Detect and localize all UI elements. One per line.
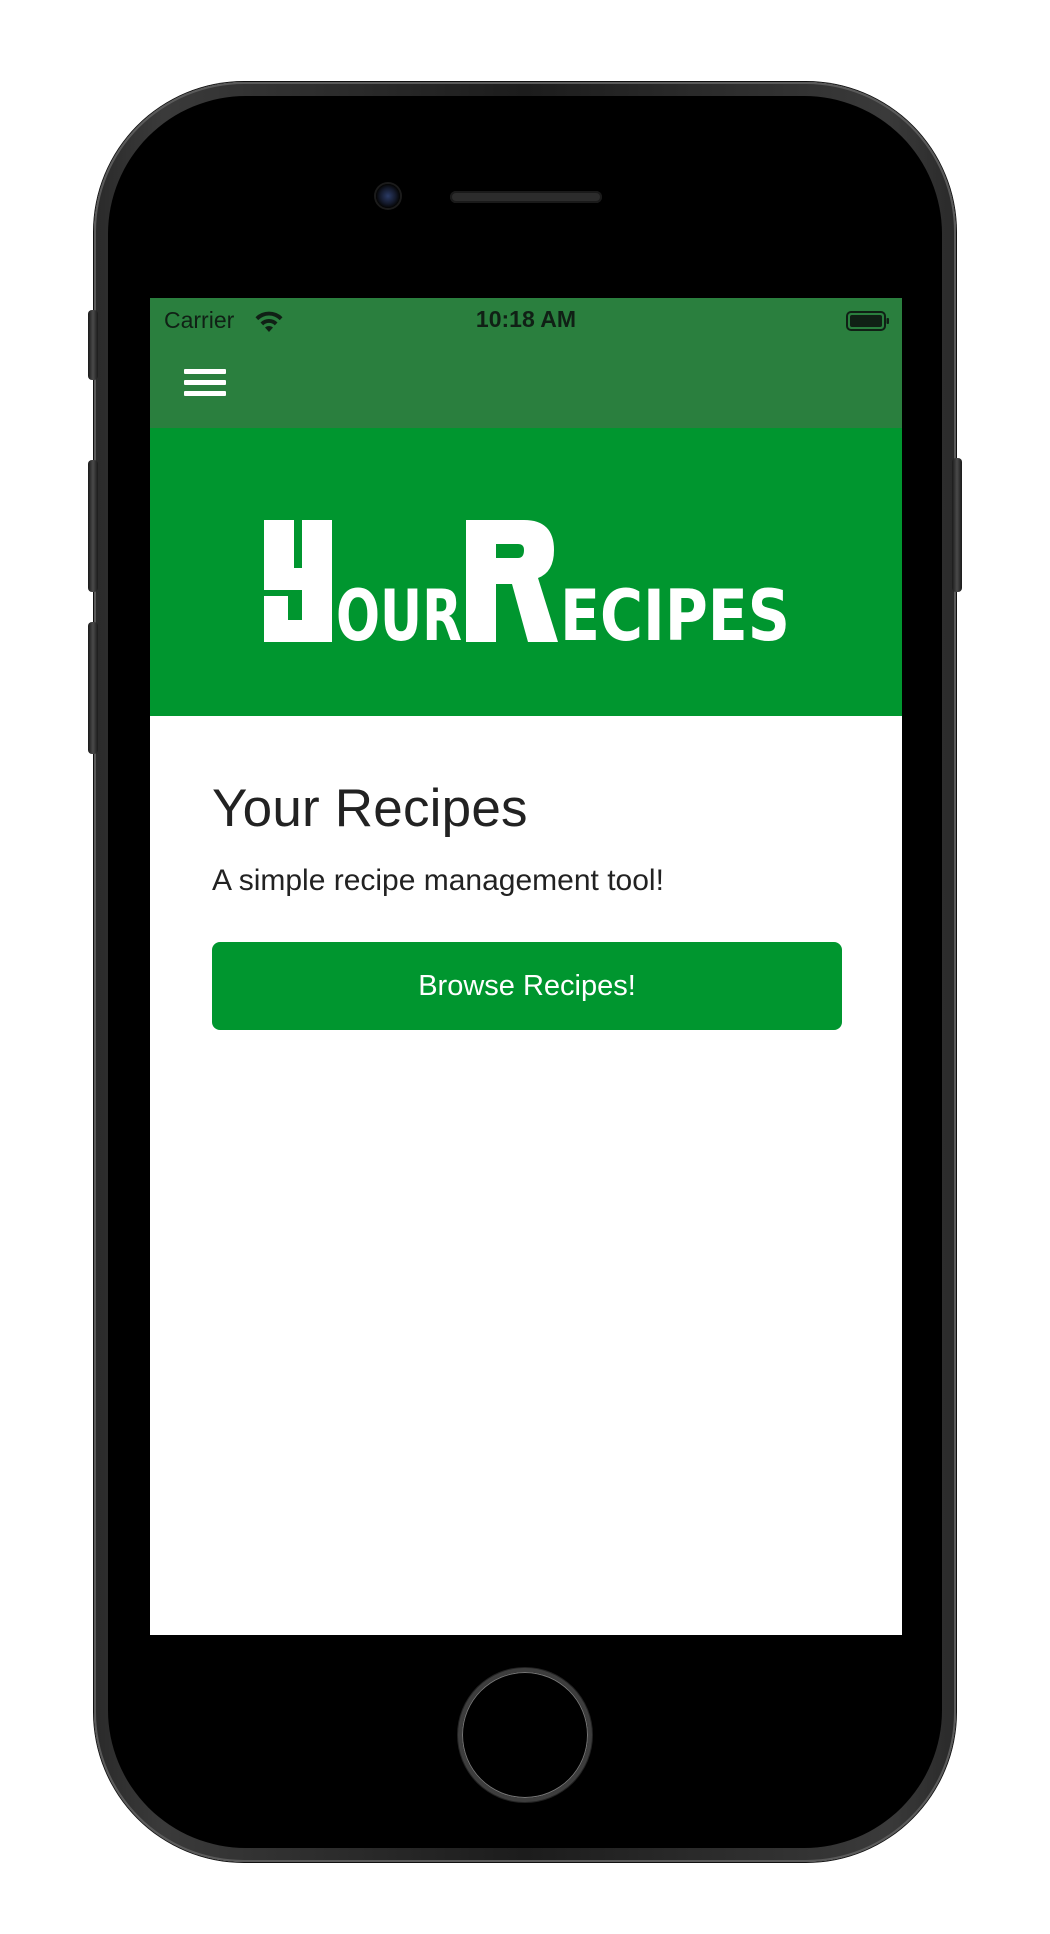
mute-switch [88,310,98,380]
menu-line [184,369,226,374]
status-time: 10:18 AM [475,306,577,332]
header-banner: OUR ECIPES [150,428,902,716]
home-button[interactable] [458,1668,592,1802]
navigation-bar [150,344,902,428]
hamburger-menu-icon[interactable] [172,362,226,406]
power-button [952,458,962,592]
page-subtitle: A simple recipe management tool! [212,864,664,897]
earpiece-speaker [450,191,602,203]
your-recipes-logo: OUR ECIPES [264,520,790,642]
front-camera [376,184,400,208]
volume-down-button [88,622,98,754]
battery-full-icon [846,311,889,331]
svg-text:OUR: OUR [336,575,462,642]
volume-up-button [88,460,98,592]
page-title: Your Recipes [212,779,528,838]
status-bar: Carrier 10:18 AM [150,298,902,344]
menu-line [184,380,226,385]
svg-text:ECIPES: ECIPES [560,575,790,642]
app-screen: Carrier 10:18 AM OUR ECIPES Your Recipes… [150,298,902,1635]
browse-recipes-button[interactable]: Browse Recipes! [212,942,842,1030]
menu-line [184,391,226,396]
